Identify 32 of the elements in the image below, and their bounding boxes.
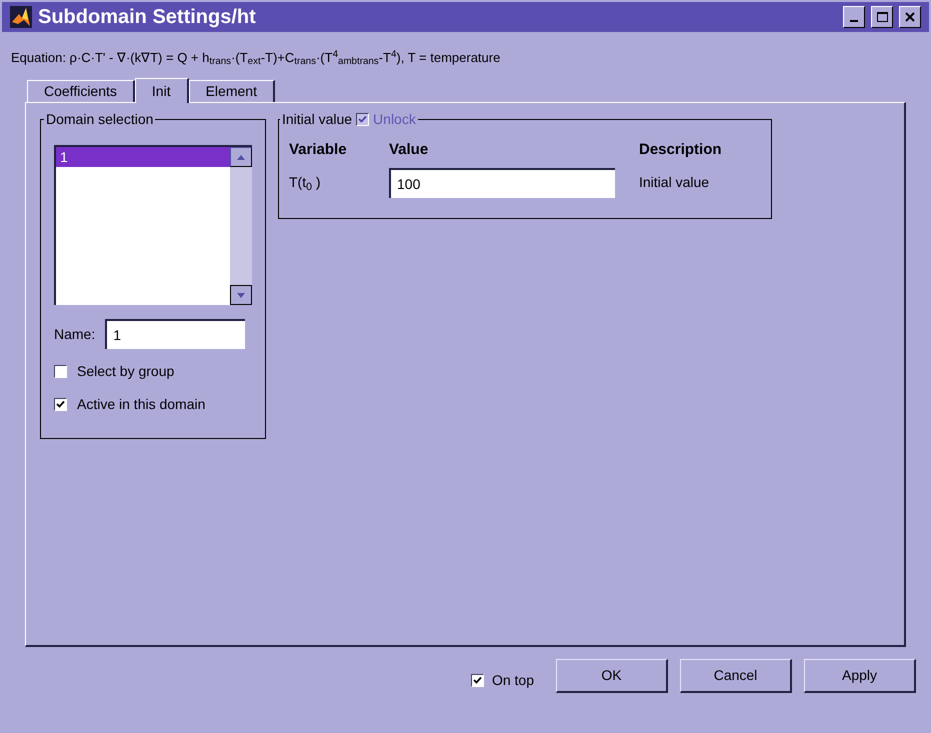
checkbox[interactable] — [54, 365, 67, 378]
checkbox[interactable] — [470, 674, 484, 686]
app-logo-icon — [10, 6, 32, 28]
close-icon[interactable] — [899, 6, 921, 28]
column-header: Variable — [289, 140, 348, 160]
scroll-up-icon[interactable] — [230, 147, 252, 167]
dialog-button[interactable]: OK — [556, 659, 668, 693]
checkbox-label: Select by group — [77, 362, 174, 381]
variable-cell-text: T(t$_{0}$ ) — [289, 173, 322, 193]
maximize-icon[interactable] — [871, 6, 893, 28]
column-header: Description — [639, 140, 723, 160]
name-label: Name: — [54, 324, 96, 344]
name-field[interactable]: 1 — [105, 319, 246, 349]
tab[interactable]: Init — [134, 78, 189, 103]
equation-text: Equation: ρ·C·T' - ∇·(k∇T) = Q + h$_{trans}$·(T$_{ext}$-T)+C$_{trans}$·(T$^{4}$$_{ambtrans}$-T$^{4}$), T = temperature — [11, 48, 502, 70]
list-item[interactable]: 1 — [56, 147, 230, 167]
minimize-icon[interactable] — [843, 6, 865, 28]
value-field[interactable]: 100 — [389, 168, 615, 198]
checkbox[interactable] — [54, 398, 67, 411]
scrollbar[interactable] — [230, 147, 252, 305]
description-cell-text: Initial value — [639, 173, 710, 192]
checkbox-label: Active in this domain — [77, 395, 206, 414]
tab[interactable]: Coefficients — [27, 80, 135, 102]
checkbox-label: On top — [492, 670, 534, 690]
tab[interactable]: Element — [188, 80, 275, 102]
group-title: Initial value — [282, 110, 352, 128]
dialog-button[interactable]: Cancel — [680, 659, 792, 693]
unlock-label: Unlock — [373, 110, 416, 128]
scroll-down-icon[interactable] — [230, 285, 252, 305]
column-header: Value — [389, 140, 430, 160]
window-title: Subdomain Settings/ht — [38, 5, 257, 30]
dialog-button[interactable]: Apply — [804, 659, 916, 693]
